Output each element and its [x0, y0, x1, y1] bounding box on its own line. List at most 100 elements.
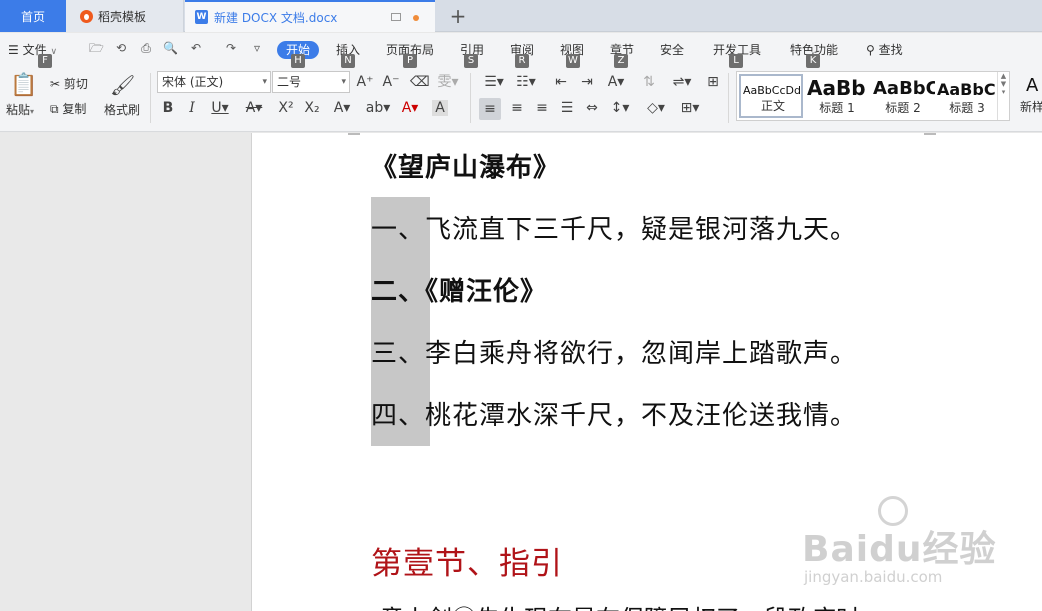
font-color-icon[interactable]: A▾ [398, 100, 422, 116]
new-tab-button[interactable]: + [448, 2, 468, 30]
section-heading[interactable]: 第壹节、指引 [371, 538, 563, 583]
quick-access-more-icon[interactable]: ▿ [250, 41, 264, 55]
print-preview-icon[interactable]: 🔍 [163, 41, 178, 55]
clear-format-icon[interactable]: ⌫ [410, 74, 430, 90]
style-heading-3[interactable]: AaBbC 标题 3 [935, 74, 999, 118]
doc-line-partial[interactable]: 意上剑②先生现在是在保障民权了一段政府时 [380, 599, 860, 611]
paste-button[interactable]: 粘贴▾ [6, 101, 34, 118]
shrink-font-icon[interactable]: A⁻ [382, 74, 400, 90]
style-name: 正文 [760, 99, 785, 113]
show-hide-icon[interactable]: ⇌▾ [670, 74, 694, 90]
hamburger-icon: ☰ [8, 43, 19, 57]
phonetic-icon[interactable]: 雯▾ [436, 74, 460, 90]
margin-mark [924, 133, 936, 135]
style-normal[interactable]: AaBbCcDd 正文 [739, 74, 803, 118]
divider [470, 73, 471, 123]
hotkey-f: F [38, 54, 52, 68]
doc-line-1[interactable]: 一、飞流直下三千尺，疑是银河落九天。 [371, 209, 857, 246]
justify-icon[interactable]: ☰ [558, 100, 576, 116]
align-center-icon[interactable]: ≡ [508, 100, 526, 116]
gallery-scroll[interactable]: ▲ ▼ ▾ [997, 72, 1009, 120]
style-name: 标题 1 [819, 101, 855, 115]
shading-icon[interactable]: ◇▾ [644, 100, 668, 116]
bullet-list-icon[interactable]: ☰▾ [482, 74, 506, 90]
borders-icon[interactable]: ⊞▾ [678, 100, 702, 116]
cut-label: 剪切 [63, 77, 88, 91]
search-label: 查找 [878, 43, 903, 57]
redo-icon[interactable]: ↷ [224, 41, 238, 55]
ribbon: ☰ 文件 ∨ F 🗁 ⟲ ⎙ 🔍 ↶ ↷ ▿ 开始 插入 页面布局 引用 审阅 … [0, 33, 1042, 132]
style-name: 新样 [1020, 100, 1042, 114]
underline-icon[interactable]: U▾ [208, 100, 232, 116]
strikethrough-icon[interactable]: A▾ [242, 100, 266, 116]
cloud-icon[interactable]: ⟲ [114, 41, 128, 55]
doc-line-2[interactable]: 二、《赠汪伦》 [371, 271, 547, 308]
doc-line-3[interactable]: 三、李白乘舟将欲行，忽闻岸上踏歌声。 [371, 333, 857, 370]
paste-label: 粘贴 [6, 103, 31, 117]
align-left-icon[interactable]: ≡ [479, 98, 501, 120]
undo-icon[interactable]: ↶ [189, 41, 203, 55]
hotkey-n: N [341, 54, 355, 68]
bold-icon[interactable]: B [160, 100, 176, 116]
copy-label: 复制 [62, 102, 87, 116]
hotkey-l: L [729, 54, 743, 68]
copy-button[interactable]: ⧉ 复制 [50, 100, 86, 117]
search-icon: ⚲ [866, 43, 875, 57]
line-spacing-icon[interactable]: ↕▾ [608, 100, 632, 116]
font-name-select[interactable]: 宋体 (正文) [157, 71, 271, 93]
style-heading-1[interactable]: AaBb 标题 1 [805, 74, 869, 118]
text-effect-icon[interactable]: A▾ [330, 100, 354, 116]
tab-template[interactable]: 稻壳模板 [66, 0, 184, 32]
superscript-icon[interactable]: X² [276, 100, 296, 116]
new-style-button[interactable]: A 新样 [1016, 73, 1042, 117]
distributed-icon[interactable]: ⇔ [583, 100, 601, 116]
search-command[interactable]: ⚲ 查找 [866, 41, 903, 59]
increase-indent-icon[interactable]: ⇥ [578, 74, 596, 90]
hotkey-s: S [464, 54, 478, 68]
tab-security[interactable]: 安全 [660, 41, 684, 59]
tab-home-label: 首页 [20, 9, 45, 24]
print-icon[interactable]: ⎙ [139, 41, 153, 55]
format-painter-button[interactable]: 格式刷 [104, 101, 140, 118]
table-icon[interactable]: ⊞ [704, 74, 722, 90]
docer-logo-icon [80, 9, 93, 23]
format-painter-icon[interactable]: 🖌 [110, 73, 135, 97]
char-shading-icon[interactable]: A [432, 100, 448, 116]
style-sample: AaBbC [937, 80, 996, 99]
divider [728, 73, 729, 123]
style-name: 标题 3 [949, 101, 985, 115]
paste-icon[interactable]: 📋 [10, 73, 37, 99]
doc-line-title[interactable]: 《望庐山瀑布》 [371, 147, 560, 184]
style-heading-2[interactable]: AaBbC 标题 2 [871, 74, 935, 118]
cut-button[interactable]: ✂ 剪切 [50, 75, 88, 92]
word-doc-icon: W [195, 10, 208, 24]
watermark-brand: Baidu经验 [802, 529, 997, 570]
baidu-watermark: Baidu经验 jingyan.baidu.com [802, 496, 995, 588]
sort-icon[interactable]: ⇅ [640, 74, 658, 90]
decrease-indent-icon[interactable]: ⇤ [552, 74, 570, 90]
numbered-list-icon[interactable]: ☷▾ [514, 74, 538, 90]
style-name: 标题 2 [885, 101, 921, 115]
tab-document-label: 新建 DOCX 文档.docx [214, 10, 338, 25]
italic-icon[interactable]: I [184, 100, 200, 116]
open-folder-icon[interactable]: 🗁 [89, 41, 104, 55]
monitor-icon[interactable] [391, 13, 401, 21]
tab-document[interactable]: W 新建 DOCX 文档.docx [185, 0, 435, 32]
grow-font-icon[interactable]: A⁺ [356, 74, 374, 90]
scissors-icon: ✂ [50, 77, 61, 91]
styles-gallery: AaBbCcDd 正文 AaBb 标题 1 AaBbC 标题 2 AaBbC 标… [736, 71, 1010, 121]
highlight-icon[interactable]: ab▾ [364, 100, 392, 116]
tab-template-label: 稻壳模板 [98, 9, 147, 24]
chinese-layout-icon[interactable]: A▾ [604, 74, 628, 90]
doc-line-4[interactable]: 四、桃花潭水深千尺，不及汪伦送我情。 [371, 395, 857, 432]
align-right-icon[interactable]: ≡ [533, 100, 551, 116]
style-sample: AaBbC [873, 78, 935, 99]
style-sample: AaBbCcDd [743, 84, 801, 97]
hotkey-r: R [515, 54, 529, 68]
copy-icon: ⧉ [50, 102, 59, 116]
style-sample: AaBb [807, 76, 866, 100]
font-size-select[interactable]: 二号 [272, 71, 350, 93]
tab-home[interactable]: 首页 [0, 0, 66, 32]
subscript-icon[interactable]: X₂ [302, 100, 322, 116]
hotkey-k: K [806, 54, 820, 68]
